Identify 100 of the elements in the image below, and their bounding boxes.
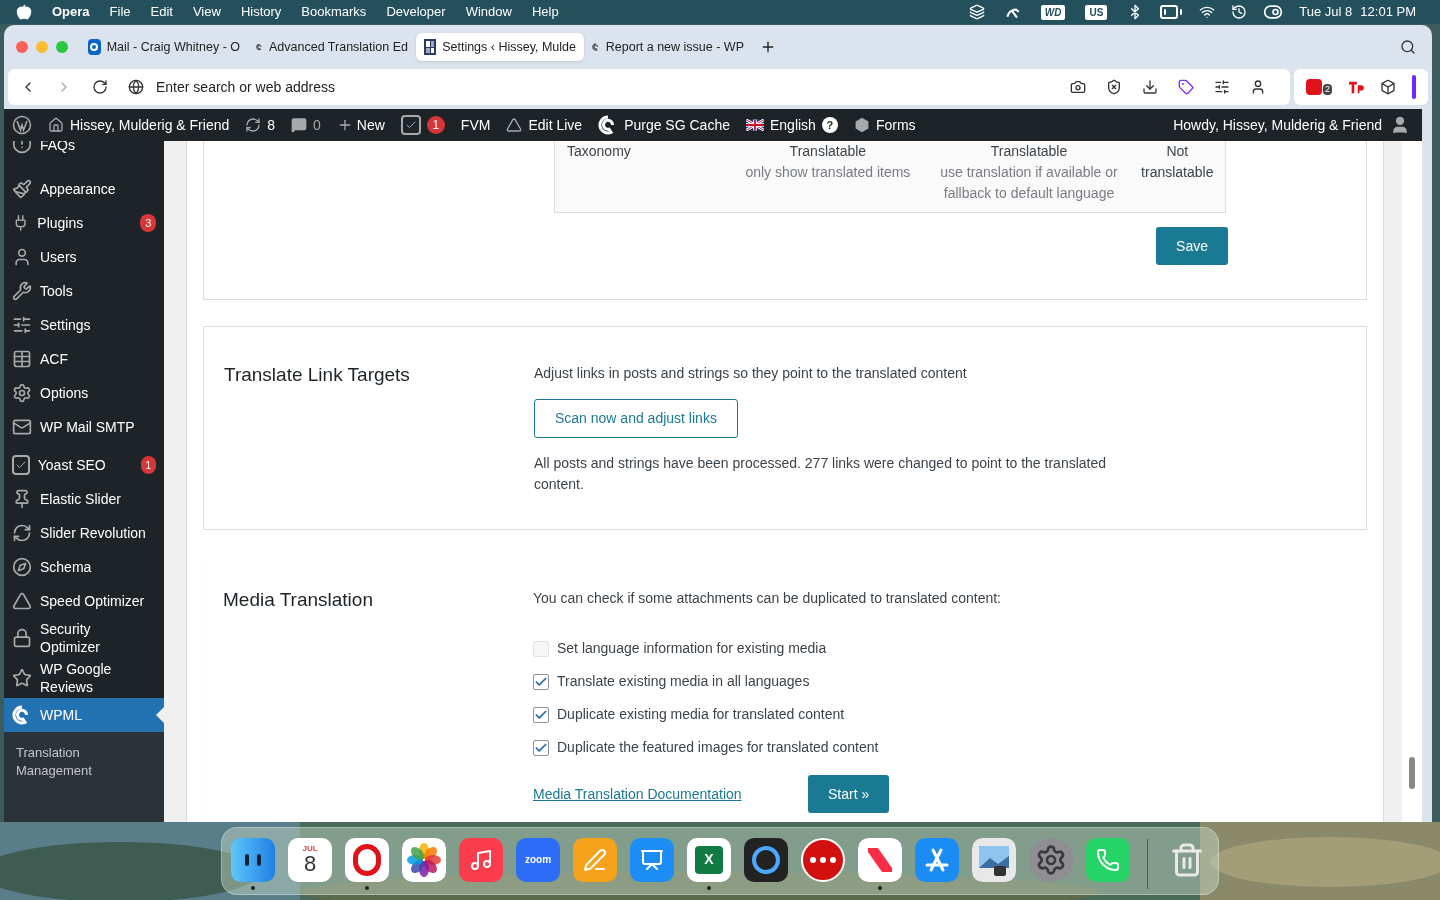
podium-app-icon[interactable] [630,837,674,882]
profile-icon[interactable] [1250,79,1266,95]
shield-icon[interactable] [1106,79,1122,95]
checkbox-label: Duplicate the featured images for translated content [557,738,879,757]
sidebar-item[interactable]: Security Optimizer [4,618,164,658]
checkbox-label: Duplicate existing media for translated content [557,705,845,724]
new-link[interactable]: New [356,114,385,136]
wordpress-logo-icon[interactable] [12,115,32,135]
sidebar-item[interactable]: Users [4,240,164,274]
scan-links-button[interactable]: Scan now and adjust links [534,399,738,438]
home-icon [48,117,64,133]
sliders-icon[interactable] [1214,79,1230,95]
sidebar-item[interactable]: WP Google Reviews [4,658,164,698]
avatar-icon[interactable] [1390,115,1410,135]
photo-app-icon[interactable] [972,837,1016,882]
browser-tab[interactable]: Report a new issue - WP [584,33,752,61]
admin-bar-link[interactable]: FVM [460,114,491,136]
admin-bar-link[interactable]: Forms [875,114,916,136]
sidebar-item[interactable]: Tools [4,274,164,308]
lock-icon [12,628,32,648]
tag-icon[interactable] [1178,79,1194,95]
sidebar-item[interactable]: Elastic Slider [4,482,164,516]
cube-icon[interactable] [1380,79,1396,95]
news-app-icon[interactable] [858,837,902,882]
tp-logo-icon[interactable] [1348,80,1364,94]
menu-item[interactable]: Bookmarks [301,2,367,22]
admin-bar-link[interactable]: English [769,114,816,136]
zoom-app-icon[interactable]: zoom [516,837,560,882]
checkbox[interactable] [533,706,549,723]
wifi-icon[interactable] [1199,4,1216,20]
save-button[interactable]: Save [1156,227,1228,265]
browser-tab[interactable]: Settings ‹ Hissey, Mulde [416,33,584,61]
menu-item[interactable]: History [240,2,282,22]
menu-item[interactable]: Edit [150,2,173,22]
checkbox[interactable] [533,673,549,690]
menu-badge[interactable]: US [1085,4,1108,20]
calendar-app-icon[interactable]: JUL 8 [288,837,332,882]
sidebar-item[interactable]: Options [4,376,164,410]
table-cell-text: Translatable only show translated items [744,142,912,182]
checkbox[interactable] [533,739,549,756]
sidebar-item[interactable]: Appearance [4,172,164,206]
phone-app-icon[interactable] [1086,837,1130,882]
app-menu[interactable]: Opera [52,2,90,22]
admin-bar-link[interactable]: Edit Live [528,114,583,136]
gear-icon [12,383,32,403]
site-favicon-icon [424,39,437,55]
sidebar-item[interactable]: ACF [4,342,164,376]
sidebar-item[interactable]: WPML [4,698,164,732]
face-app-icon[interactable] [231,837,275,882]
updates-count[interactable]: 8 [267,114,276,136]
apple-icon[interactable] [16,4,32,20]
start-button[interactable]: Start » [808,775,890,813]
layers-icon[interactable] [968,4,985,20]
menu-badge[interactable]: WD [1040,4,1066,20]
download-icon[interactable] [1142,79,1158,95]
menu-item[interactable]: Developer [386,2,446,22]
menu-date[interactable]: Tue Jul 8 [1299,2,1353,22]
howdy-link[interactable]: Howdy, Hissey, Mulderig & Friend [1173,114,1382,136]
sidebar-indicator[interactable] [1412,75,1416,99]
browser-tab[interactable]: Advanced Translation Ed [248,33,416,61]
new-tab-icon[interactable] [760,39,776,55]
flower-app-icon[interactable] [402,837,446,882]
browser-tab[interactable]: Mail - Craig Whitney - O [80,33,248,61]
pin-icon [12,489,32,509]
table-cell-text: Translatable use translation if available or fallback to default language [939,142,1119,203]
sidebar-item[interactable]: WP Mail SMTP [4,410,164,444]
extension-icon[interactable] [1306,79,1322,95]
menu-time[interactable]: 12:01 PM [1360,2,1416,22]
music-app-icon[interactable] [459,837,503,882]
ring-app-icon[interactable] [345,837,389,882]
admin-bar-link[interactable]: Purge SG Cache [624,114,730,136]
documentation-link[interactable]: Media Translation Documentation [533,783,808,805]
sidebar-item[interactable]: FAQs [4,141,164,154]
reload-icon[interactable] [92,79,108,95]
menu-item[interactable]: File [109,2,131,22]
address-bar[interactable]: Enter search or web address [8,69,1290,105]
scrollbar-thumb[interactable] [1409,757,1415,789]
spreadsheet-app-icon[interactable]: X [687,837,731,882]
section-description: Adjust links in posts and strings so they point to the translated content [534,364,967,383]
q-app-icon[interactable] [744,837,788,882]
camera-icon[interactable] [1070,79,1086,95]
app-store-icon[interactable] [915,837,959,882]
menu-item[interactable]: Help [531,2,559,22]
pen-app-icon[interactable] [573,837,617,882]
count-badge: 1 [140,456,156,474]
site-name-link[interactable]: Hissey, Mulderig & Friend [70,114,230,136]
sidebar-item[interactable]: Slider Revolution [4,516,164,550]
comments-count[interactable]: 0 [313,114,321,136]
sidebar-item[interactable]: Schema [4,550,164,584]
menu-item[interactable]: Window [465,2,512,22]
sidebar-item[interactable]: Plugins 3 [4,206,164,240]
sidebar-item[interactable]: Settings [4,308,164,342]
search-icon[interactable] [1400,39,1416,55]
sidebar-item[interactable]: Speed Optimizer [4,584,164,618]
menu-item[interactable]: View [192,2,221,22]
toggle-icon[interactable] [1263,2,1284,22]
sidebar-item[interactable]: Yoast SEO 1 [4,448,164,482]
address-field[interactable]: Enter search or web address [156,76,1050,98]
result-message: All posts and strings have been processed. 277 links were changed to point to the translated content. [534,454,1108,494]
clock-icon[interactable] [1231,4,1248,20]
